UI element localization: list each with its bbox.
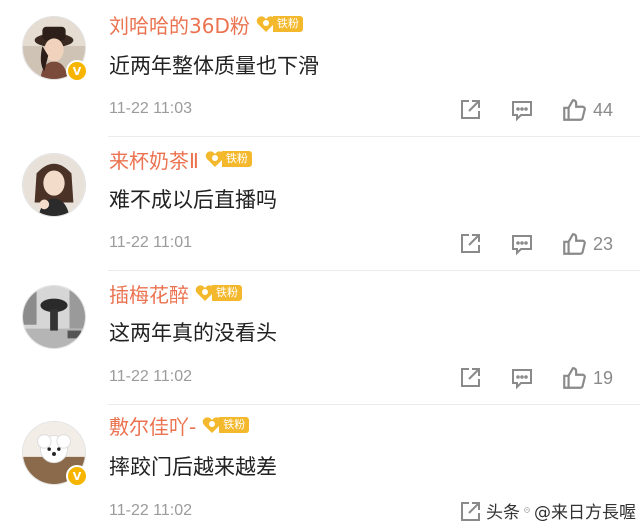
comment-item: V 刘哈哈的36D粉 铁粉 近两年整体质量也下滑 11-22 11:03 44 bbox=[0, 0, 640, 136]
fan-badge: 铁粉 bbox=[195, 284, 242, 302]
username[interactable]: 敷尔佳吖- bbox=[109, 411, 196, 440]
watermark-prefix: 头条 bbox=[486, 502, 520, 523]
share-icon bbox=[461, 234, 480, 253]
like-button[interactable]: 44 bbox=[561, 97, 613, 123]
username[interactable]: 插梅花醉 bbox=[109, 279, 189, 308]
thumbs-up-icon bbox=[563, 99, 586, 121]
comment-item: 来杯奶茶Ⅱ 铁粉 难不成以后直播吗 11-22 11:01 23 bbox=[0, 137, 640, 270]
comment-icon bbox=[512, 235, 532, 256]
fan-heart-icon bbox=[195, 284, 215, 302]
like-button[interactable]: 23 bbox=[561, 231, 613, 257]
verified-badge-icon: V bbox=[66, 465, 88, 487]
share-icon bbox=[461, 100, 480, 119]
comment-icon bbox=[512, 369, 532, 390]
fan-badge-label: 铁粉 bbox=[272, 16, 303, 32]
like-button[interactable]: 19 bbox=[561, 365, 613, 391]
watermark: 头条 @来日方長喔 bbox=[486, 496, 636, 524]
avatar[interactable]: V bbox=[22, 421, 88, 487]
thumbs-up-icon bbox=[563, 367, 586, 389]
comment-button[interactable] bbox=[510, 97, 534, 123]
avatar[interactable] bbox=[22, 153, 86, 217]
comment-text: 近两年整体质量也下滑 bbox=[109, 54, 319, 78]
avatar[interactable]: V bbox=[22, 16, 88, 82]
comment-icon bbox=[512, 101, 532, 122]
username[interactable]: 刘哈哈的36D粉 bbox=[109, 10, 250, 39]
fan-badge-label: 铁粉 bbox=[219, 417, 250, 433]
watermark-handle: @来日方長喔 bbox=[534, 502, 636, 523]
toutiao-logo-icon bbox=[524, 507, 530, 513]
fan-heart-icon bbox=[202, 416, 222, 434]
like-count: 23 bbox=[593, 233, 614, 254]
verified-badge-icon: V bbox=[66, 60, 88, 82]
comment-button[interactable] bbox=[510, 365, 534, 391]
comment-item: 插梅花醉 铁粉 这两年真的没看头 11-22 11:02 19 bbox=[0, 271, 640, 404]
thumbs-up-icon bbox=[563, 233, 586, 255]
comment-button[interactable] bbox=[510, 231, 534, 257]
fan-heart-icon bbox=[256, 15, 276, 33]
comment-text: 难不成以后直播吗 bbox=[109, 188, 277, 212]
comment-text: 摔跤门后越来越差 bbox=[109, 455, 277, 479]
like-count: 44 bbox=[593, 99, 614, 120]
fan-badge: 铁粉 bbox=[256, 15, 303, 33]
fan-badge-label: 铁粉 bbox=[212, 285, 242, 301]
timestamp: 11-22 11:03 bbox=[109, 100, 193, 117]
comment-text: 这两年真的没看头 bbox=[109, 321, 277, 345]
share-button[interactable] bbox=[458, 499, 482, 525]
avatar-image bbox=[22, 153, 86, 217]
share-button[interactable] bbox=[458, 365, 482, 391]
timestamp: 11-22 11:02 bbox=[109, 368, 193, 385]
like-count: 19 bbox=[593, 367, 614, 388]
fan-badge: 铁粉 bbox=[202, 416, 250, 434]
fan-badge-label: 铁粉 bbox=[221, 151, 252, 167]
timestamp: 11-22 11:01 bbox=[109, 234, 193, 251]
fan-badge: 铁粉 bbox=[205, 150, 252, 168]
avatar[interactable] bbox=[22, 285, 86, 349]
timestamp: 11-22 11:02 bbox=[109, 502, 193, 519]
avatar-image bbox=[22, 285, 86, 349]
username[interactable]: 来杯奶茶Ⅱ bbox=[109, 145, 199, 174]
share-icon bbox=[461, 502, 480, 521]
share-button[interactable] bbox=[458, 231, 482, 257]
fan-heart-icon bbox=[205, 150, 225, 168]
share-button[interactable] bbox=[458, 97, 482, 123]
share-icon bbox=[461, 368, 480, 387]
